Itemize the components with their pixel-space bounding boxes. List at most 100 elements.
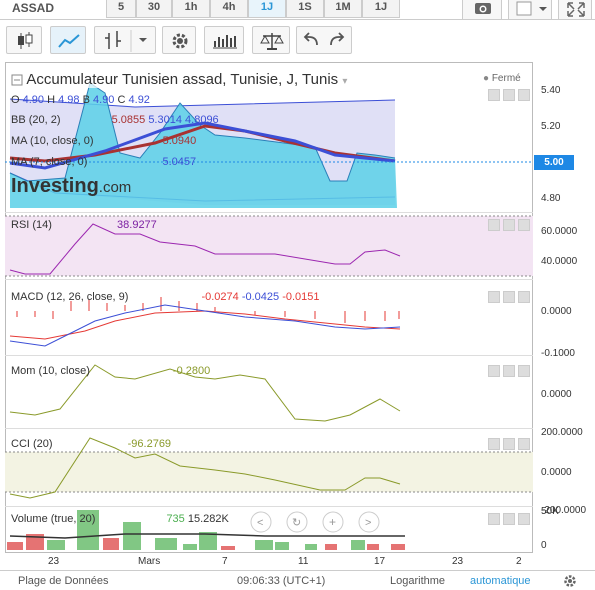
cci-up-button[interactable]	[488, 438, 500, 450]
cci-down-button[interactable]	[503, 438, 515, 450]
bb-legend: BB (20, 2) 5.0855 5.3014 4.8096	[11, 114, 219, 126]
rsi-pane: RSI (14) 38.9277	[5, 214, 533, 280]
auto-scale-toggle[interactable]: automatique	[470, 575, 531, 587]
price-tick-1: 5.40	[541, 85, 561, 96]
vol-up-button[interactable]	[488, 513, 500, 525]
volume-label: Volume (true, 20)	[11, 513, 96, 525]
fullscreen-button[interactable]	[558, 0, 592, 20]
candlestick-button[interactable]	[6, 26, 42, 54]
rsi-tick-2: 40.0000	[541, 256, 578, 267]
volume-pane: Volume (true, 20) 735 15.282K < ↻ + >	[5, 508, 533, 552]
svg-text:+: +	[329, 515, 336, 529]
mom-close-button[interactable]	[518, 365, 530, 377]
ma10-legend: MA (10, close, 0) 5.0940	[11, 135, 196, 147]
cci-tick-2: 0.0000	[541, 467, 572, 478]
settings-button[interactable]	[162, 26, 196, 54]
indicators-button[interactable]	[204, 26, 244, 54]
volume-axis[interactable]: 50K 0	[533, 506, 595, 552]
rsi-down-button[interactable]	[503, 219, 515, 231]
mom-up-button[interactable]	[488, 365, 500, 377]
rsi-close-button[interactable]	[518, 219, 530, 231]
close-label: C	[117, 94, 126, 106]
redo-icon[interactable]	[323, 27, 351, 55]
status-text: Fermé	[491, 73, 521, 84]
indicators-icon	[213, 35, 237, 49]
price-axis[interactable]: 5.40 5.20 4.80	[533, 63, 595, 213]
cci-tick-1: 200.0000	[541, 427, 583, 438]
area-chart-button[interactable]	[50, 26, 86, 54]
cci-axis[interactable]: 200.0000 0.0000 -200.0000	[533, 427, 595, 516]
ohlc-icon	[105, 30, 147, 52]
market-status: ● Fermé	[483, 73, 521, 84]
line-chart-icon	[58, 34, 80, 48]
volume-value: 735	[166, 513, 185, 525]
vol-close-button[interactable]	[518, 513, 530, 525]
timeframe-1m[interactable]: 1M	[324, 0, 362, 18]
rsi-label: RSI (14)	[11, 219, 52, 231]
data-range-button[interactable]: Plage de Données	[18, 575, 109, 587]
macd-value: -0.0425	[241, 291, 280, 303]
chart-style-dropdown[interactable]	[508, 0, 552, 20]
high-label: H	[47, 94, 56, 106]
pane-up-button[interactable]	[488, 89, 500, 101]
macd-hist-value: -0.0274	[201, 291, 239, 303]
watermark-suffix: .com	[98, 179, 132, 196]
momentum-legend: Mom (10, close) -0.2800	[11, 365, 210, 377]
macd-up-button[interactable]	[488, 291, 500, 303]
bb-middle-value: 5.0855	[111, 114, 146, 126]
x-tick-11: 11	[298, 556, 309, 567]
cci-band	[5, 452, 533, 492]
rsi-up-button[interactable]	[488, 219, 500, 231]
volume-ma-value: 15.282K	[187, 513, 229, 525]
x-tick-mars: Mars	[138, 556, 161, 567]
open-label: O	[11, 94, 20, 106]
cci-legend: CCI (20) -96.2769	[11, 438, 171, 450]
x-tick-2: 2	[516, 556, 522, 567]
timeframe-1s[interactable]: 1S	[286, 0, 324, 18]
low-label: B	[82, 94, 90, 106]
rsi-tick-1: 60.0000	[541, 226, 578, 237]
camera-button[interactable]	[462, 0, 502, 20]
vol-down-button[interactable]	[503, 513, 515, 525]
title-dropdown-icon[interactable]: ▾	[342, 76, 347, 87]
macd-close-button[interactable]	[518, 291, 530, 303]
collapse-icon[interactable]	[11, 74, 23, 86]
timeframe-1h[interactable]: 1h	[172, 0, 210, 18]
mom-down-button[interactable]	[503, 365, 515, 377]
bb-upper-value: 5.3014	[148, 114, 182, 126]
gear-icon[interactable]	[563, 574, 577, 588]
log-toggle[interactable]: Logarithme	[390, 575, 445, 587]
svg-text:↻: ↻	[292, 517, 301, 529]
timeframe-1y[interactable]: 1J	[362, 0, 400, 18]
cci-close-button[interactable]	[518, 438, 530, 450]
x-tick-23b: 23	[452, 556, 464, 567]
high-value: 4.98	[58, 94, 80, 106]
rsi-axis[interactable]: 60.0000 40.0000	[533, 214, 595, 280]
price-pane: Accumulateur Tunisien assad, Tunisie, J,…	[5, 63, 533, 213]
x-tick-17: 17	[374, 556, 386, 567]
momentum-pane: Mom (10, close) -0.2800	[5, 357, 533, 429]
close-value: 4.92	[128, 94, 150, 106]
watermark-logo: Investing.com	[11, 175, 131, 198]
macd-label: MACD (12, 26, close, 9)	[11, 291, 129, 303]
timeframe-5[interactable]: 5	[106, 0, 136, 18]
undo-redo-group	[296, 26, 352, 54]
macd-down-button[interactable]	[503, 291, 515, 303]
pane-down-button[interactable]	[503, 89, 515, 101]
x-tick-23: 23	[48, 556, 60, 567]
compare-button[interactable]	[252, 26, 290, 54]
timeframe-30[interactable]: 30	[136, 0, 172, 18]
balance-icon	[260, 33, 284, 50]
ma7-legend: MA (7, close, 0) 5.0457	[11, 156, 196, 168]
momentum-axis[interactable]: 0.0000	[533, 357, 595, 429]
drawing-tools-button[interactable]	[94, 26, 156, 54]
undo-icon[interactable]	[297, 27, 325, 55]
macd-axis[interactable]: 0.0000 -0.1000	[533, 281, 595, 359]
bottom-bar: Plage de Données 09:06:33 (UTC+1) Logari…	[0, 570, 595, 590]
bb-lower-value: 4.8096	[185, 114, 219, 126]
timeframe-4h[interactable]: 4h	[210, 0, 248, 18]
pane-close-button[interactable]	[518, 89, 530, 101]
timeframe-1j[interactable]: 1J	[248, 0, 286, 18]
top-bar: ASSAD 5 30 1h 4h 1J 1S 1M 1J	[0, 0, 595, 20]
expand-icon	[567, 2, 585, 17]
